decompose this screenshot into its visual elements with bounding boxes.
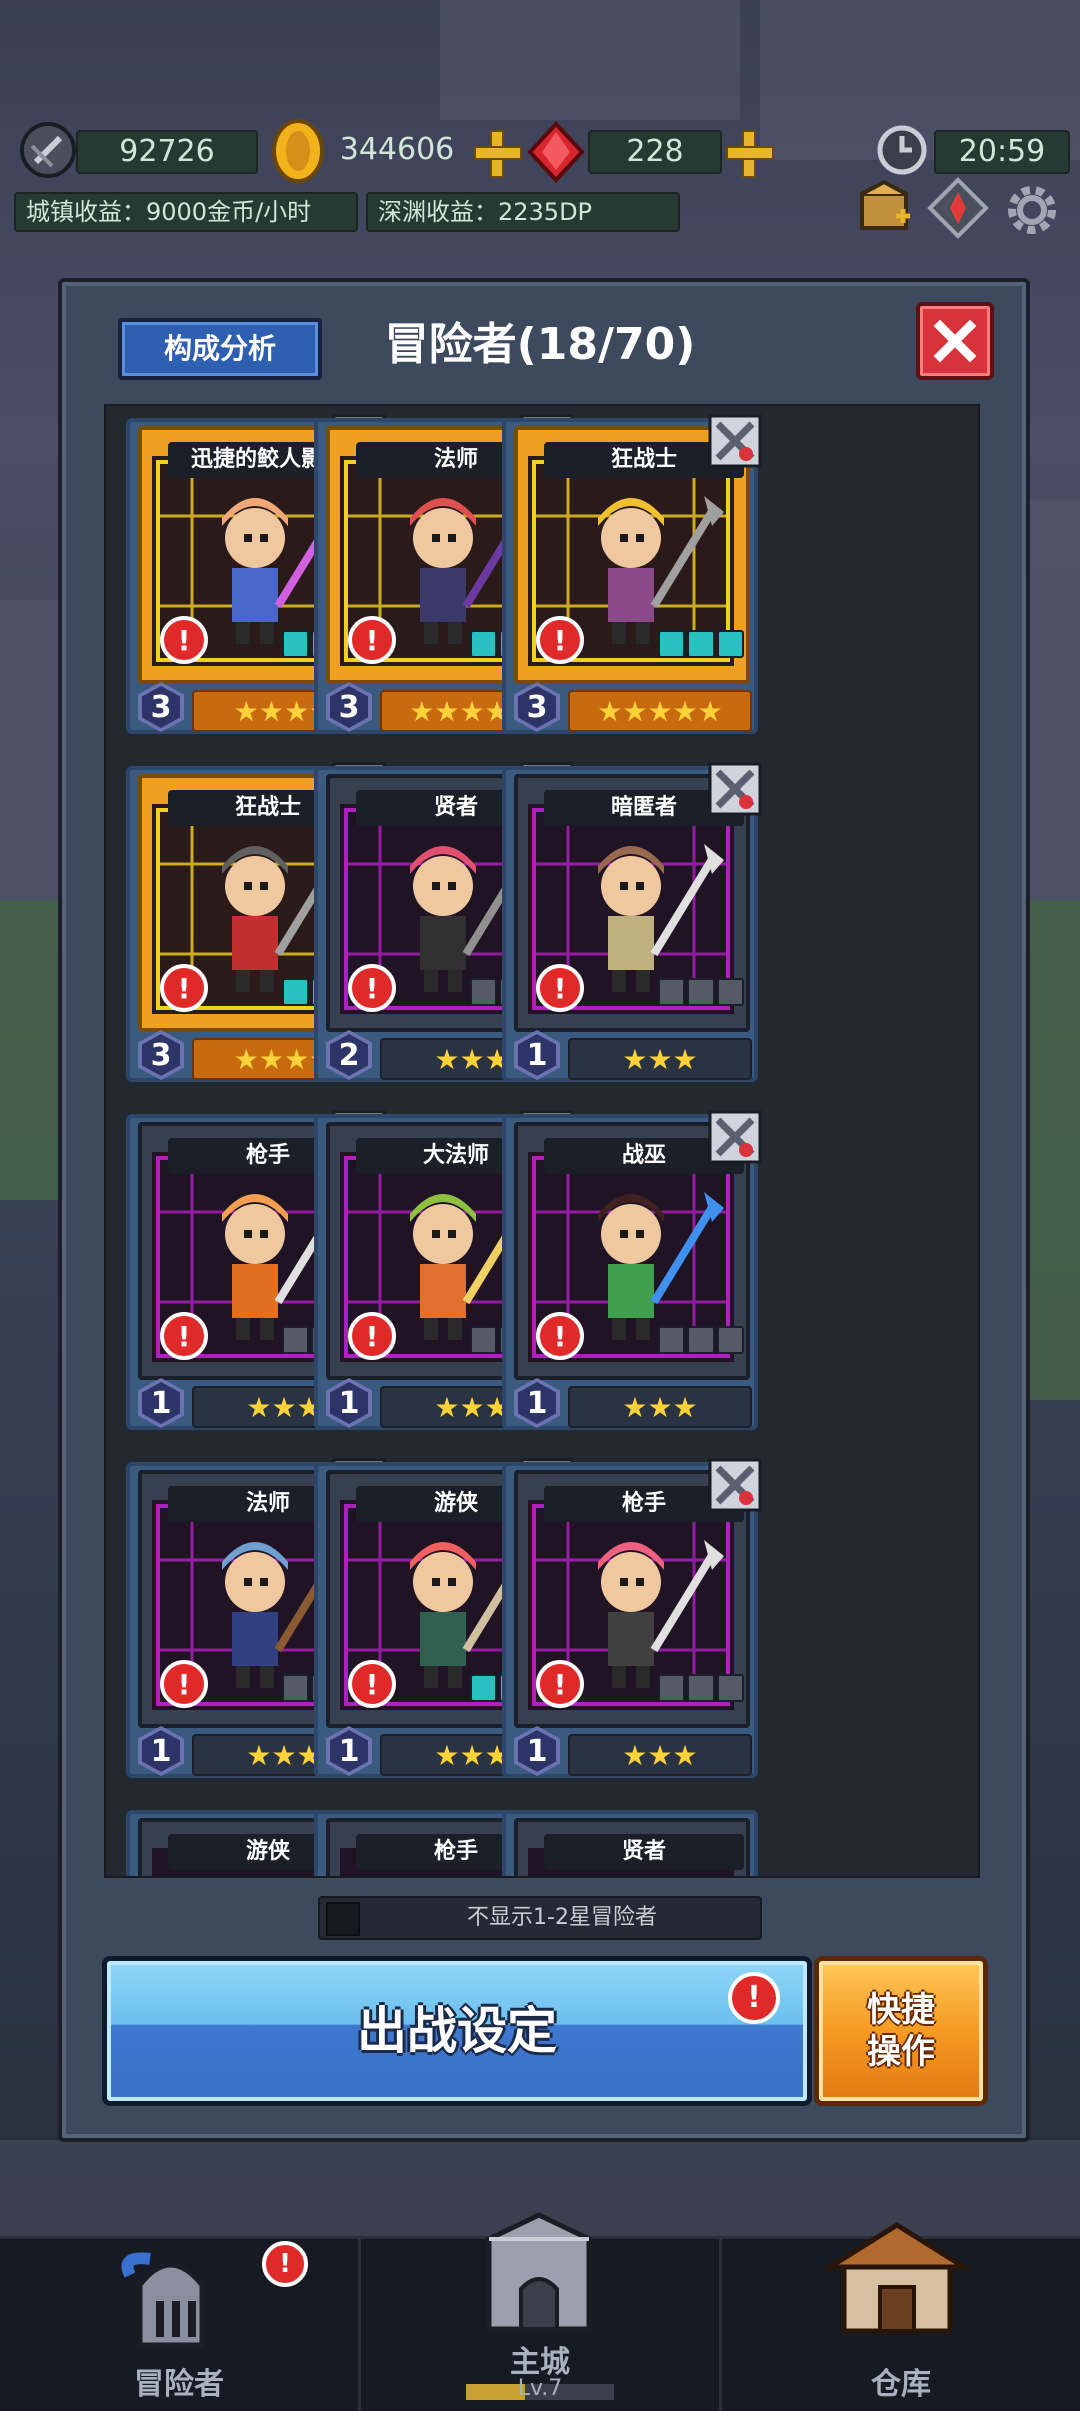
equipment-slots — [658, 978, 744, 1006]
crossed-swords-icon[interactable] — [708, 1110, 762, 1164]
adventurer-card[interactable]: 暗匿者! 1 ★★★ — [502, 762, 762, 1082]
gold-value: 344606 — [339, 132, 455, 167]
crossed-swords-icon[interactable] — [708, 1458, 762, 1512]
main-city-level: Lv.7 — [517, 2376, 563, 2401]
level-badge: 1 — [514, 1030, 560, 1080]
card-alert-icon: ! — [160, 964, 208, 1012]
level-badge: 2 — [326, 1030, 372, 1080]
adventurer-card[interactable]: 枪手! 1 ★★★ — [502, 1458, 762, 1778]
level-badge: 1 — [326, 1726, 372, 1776]
card-alert-icon: ! — [160, 616, 208, 664]
level-badge: 3 — [138, 682, 184, 732]
nav-adventurer-label: 冒险者 — [134, 2367, 224, 2402]
gems-value: 228 — [588, 130, 722, 174]
close-button[interactable] — [916, 302, 994, 380]
composition-analysis-button[interactable]: 构成分析 — [118, 318, 322, 380]
card-alert-icon: ! — [160, 1660, 208, 1708]
knight-helmet-icon — [121, 2252, 205, 2348]
card-alert-icon: ! — [348, 1660, 396, 1708]
level-badge: 3 — [514, 682, 560, 732]
warehouse-icon — [822, 2222, 972, 2334]
nav-main-city-label: 主城 — [510, 2345, 570, 2380]
quick-actions-button[interactable]: 快捷 操作 — [814, 1956, 988, 2106]
quick-label-line1: 快捷 — [867, 1990, 935, 2030]
level-badge: 1 — [138, 1726, 184, 1776]
star-rating: ★★★ — [568, 1038, 752, 1080]
adventurer-card[interactable]: 战巫! 1 ★★★ — [502, 1110, 762, 1430]
level-badge: 3 — [326, 682, 372, 732]
red-gem-icon — [524, 120, 588, 184]
castle-tower-icon — [486, 2212, 592, 2332]
quick-label-line2: 操作 — [867, 2032, 935, 2072]
battle-settings-button[interactable]: 出战设定 — [102, 1956, 812, 2106]
level-badge: 1 — [514, 1378, 560, 1428]
nav-adventurer[interactable]: ! 冒险者 — [0, 2239, 358, 2411]
card-alert-icon: ! — [348, 1312, 396, 1360]
level-badge: 1 — [514, 1726, 560, 1776]
level-badge: 3 — [138, 1030, 184, 1080]
card-alert-icon: ! — [536, 1312, 584, 1360]
power-value: 92726 — [76, 130, 258, 174]
star-rating: ★★★★★ — [568, 690, 752, 732]
card-alert-icon: ! — [160, 1312, 208, 1360]
star-rating: ★★★ — [568, 1734, 752, 1776]
town-income: 城镇收益：9000金币/小时 — [14, 192, 358, 232]
equipment-slots — [658, 630, 744, 658]
card-alert-icon: ! — [536, 1660, 584, 1708]
mailbox-icon[interactable] — [852, 176, 916, 240]
card-alert-icon: ! — [536, 616, 584, 664]
adventurer-card[interactable]: 贤者 — [502, 1810, 758, 1876]
crossed-swords-icon[interactable] — [708, 414, 762, 468]
adventurer-grid[interactable]: 迅捷的鲛人影者! 3 ★★★★ 法师! 3 ★★★★★ 狂战士! 3 ★★★★★ 狂战士! 3 ★★★… — [104, 404, 980, 1878]
card-alert-icon: ! — [348, 964, 396, 1012]
gold-coin-icon — [268, 118, 328, 184]
adventurer-alert-icon: ! — [262, 2241, 308, 2287]
battle-alert-icon: ! — [728, 1972, 780, 2024]
adventurer-name: 贤者 — [544, 1834, 744, 1870]
hide-low-star-toggle[interactable]: 不显示1-2星冒险者 — [318, 1896, 762, 1940]
nav-storage-label: 仓库 — [871, 2367, 931, 2402]
crossed-swords-icon[interactable] — [708, 762, 762, 816]
equipment-slots — [658, 1326, 744, 1354]
equipment-slots — [658, 1674, 744, 1702]
clock-value: 20:59 — [934, 130, 1070, 174]
power-icon — [16, 118, 80, 182]
add-gold-button[interactable] — [474, 130, 522, 178]
level-badge: 1 — [326, 1378, 372, 1428]
level-badge: 1 — [138, 1378, 184, 1428]
panel-title: 冒险者(18/70) — [384, 319, 696, 370]
card-alert-icon: ! — [536, 964, 584, 1012]
compass-icon[interactable] — [926, 176, 990, 240]
card-alert-icon: ! — [348, 616, 396, 664]
add-gems-button[interactable] — [726, 130, 774, 178]
gear-icon[interactable] — [1000, 178, 1064, 242]
star-rating: ★★★ — [568, 1386, 752, 1428]
hide-low-star-checkbox[interactable] — [326, 1902, 360, 1936]
nav-storage[interactable]: 仓库 — [722, 2222, 1080, 2411]
close-icon — [933, 319, 977, 363]
abyss-income: 深渊收益：2235DP — [366, 192, 680, 232]
clock-icon — [874, 122, 930, 178]
adventurer-card[interactable]: 狂战士! 3 ★★★★★ — [502, 414, 762, 734]
hide-low-star-label: 不显示1-2星冒险者 — [467, 1905, 657, 1930]
